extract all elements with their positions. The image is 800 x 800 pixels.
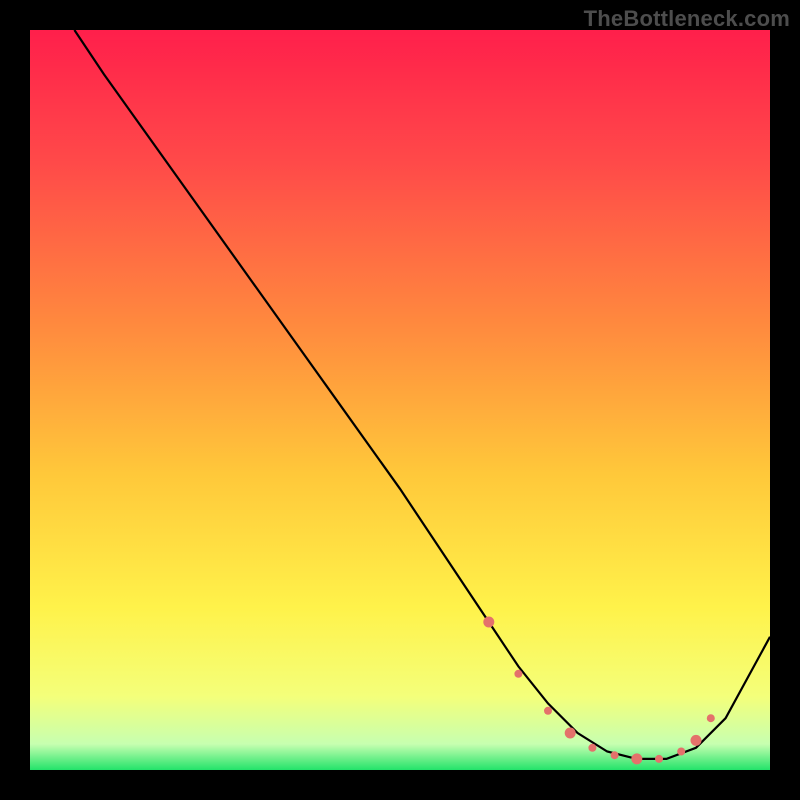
marker-dot — [631, 753, 642, 764]
plot-area — [30, 30, 770, 770]
marker-dot — [677, 748, 685, 756]
watermark-text: TheBottleneck.com — [584, 6, 790, 32]
marker-dot — [611, 751, 619, 759]
marker-dot — [514, 670, 522, 678]
gradient-background — [30, 30, 770, 770]
chart-canvas: TheBottleneck.com — [0, 0, 800, 800]
marker-dot — [544, 707, 552, 715]
marker-dot — [588, 744, 596, 752]
marker-dot — [707, 714, 715, 722]
marker-dot — [691, 735, 702, 746]
marker-dot — [483, 617, 494, 628]
marker-dot — [655, 755, 663, 763]
chart-svg — [30, 30, 770, 770]
marker-dot — [565, 728, 576, 739]
